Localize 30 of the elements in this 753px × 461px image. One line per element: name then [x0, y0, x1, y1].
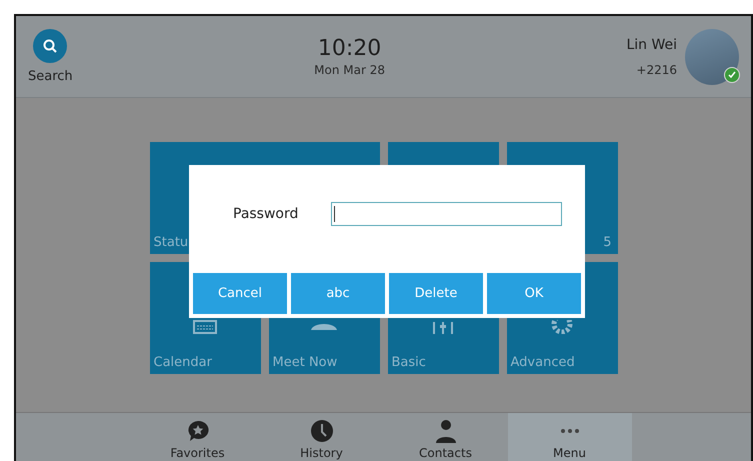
nav-tab[interactable]: Menu: [508, 413, 632, 461]
password-field[interactable]: [331, 202, 562, 226]
gear-icon: [551, 320, 573, 334]
user-name: Lin Wei: [626, 36, 677, 52]
tile-label: 5: [603, 235, 612, 250]
clock-icon: [310, 419, 334, 443]
calendar-icon: [193, 320, 217, 334]
dots-icon: [560, 429, 578, 433]
tile-label: Meet Now: [272, 355, 338, 370]
dialog-button[interactable]: Delete: [389, 273, 483, 314]
nav-tab[interactable]: History: [260, 413, 384, 461]
dialog-button[interactable]: abc: [291, 273, 385, 314]
person-icon: [434, 419, 458, 443]
tile-label: Statu: [154, 235, 188, 250]
search-button[interactable]: Search: [28, 29, 73, 84]
search-icon: [33, 29, 68, 63]
nav-tab[interactable]: Contacts: [384, 413, 508, 461]
text-cursor: [334, 206, 335, 222]
dialog-button[interactable]: Cancel: [193, 273, 287, 314]
user-extension: +2216: [636, 62, 677, 76]
tile-label: Basic: [392, 355, 426, 370]
clock-date: Mon Mar 28: [314, 63, 385, 77]
star-bubble-icon: [186, 419, 210, 443]
field-label: Password: [233, 206, 299, 222]
sliders-icon: [431, 320, 455, 334]
clock-time: 10:20: [318, 36, 382, 61]
tile-label: Advanced: [510, 355, 575, 370]
dialog-button[interactable]: OK: [487, 273, 581, 314]
nav-tab[interactable]: Favorites: [136, 413, 260, 461]
tile-label: Calendar: [154, 355, 212, 370]
